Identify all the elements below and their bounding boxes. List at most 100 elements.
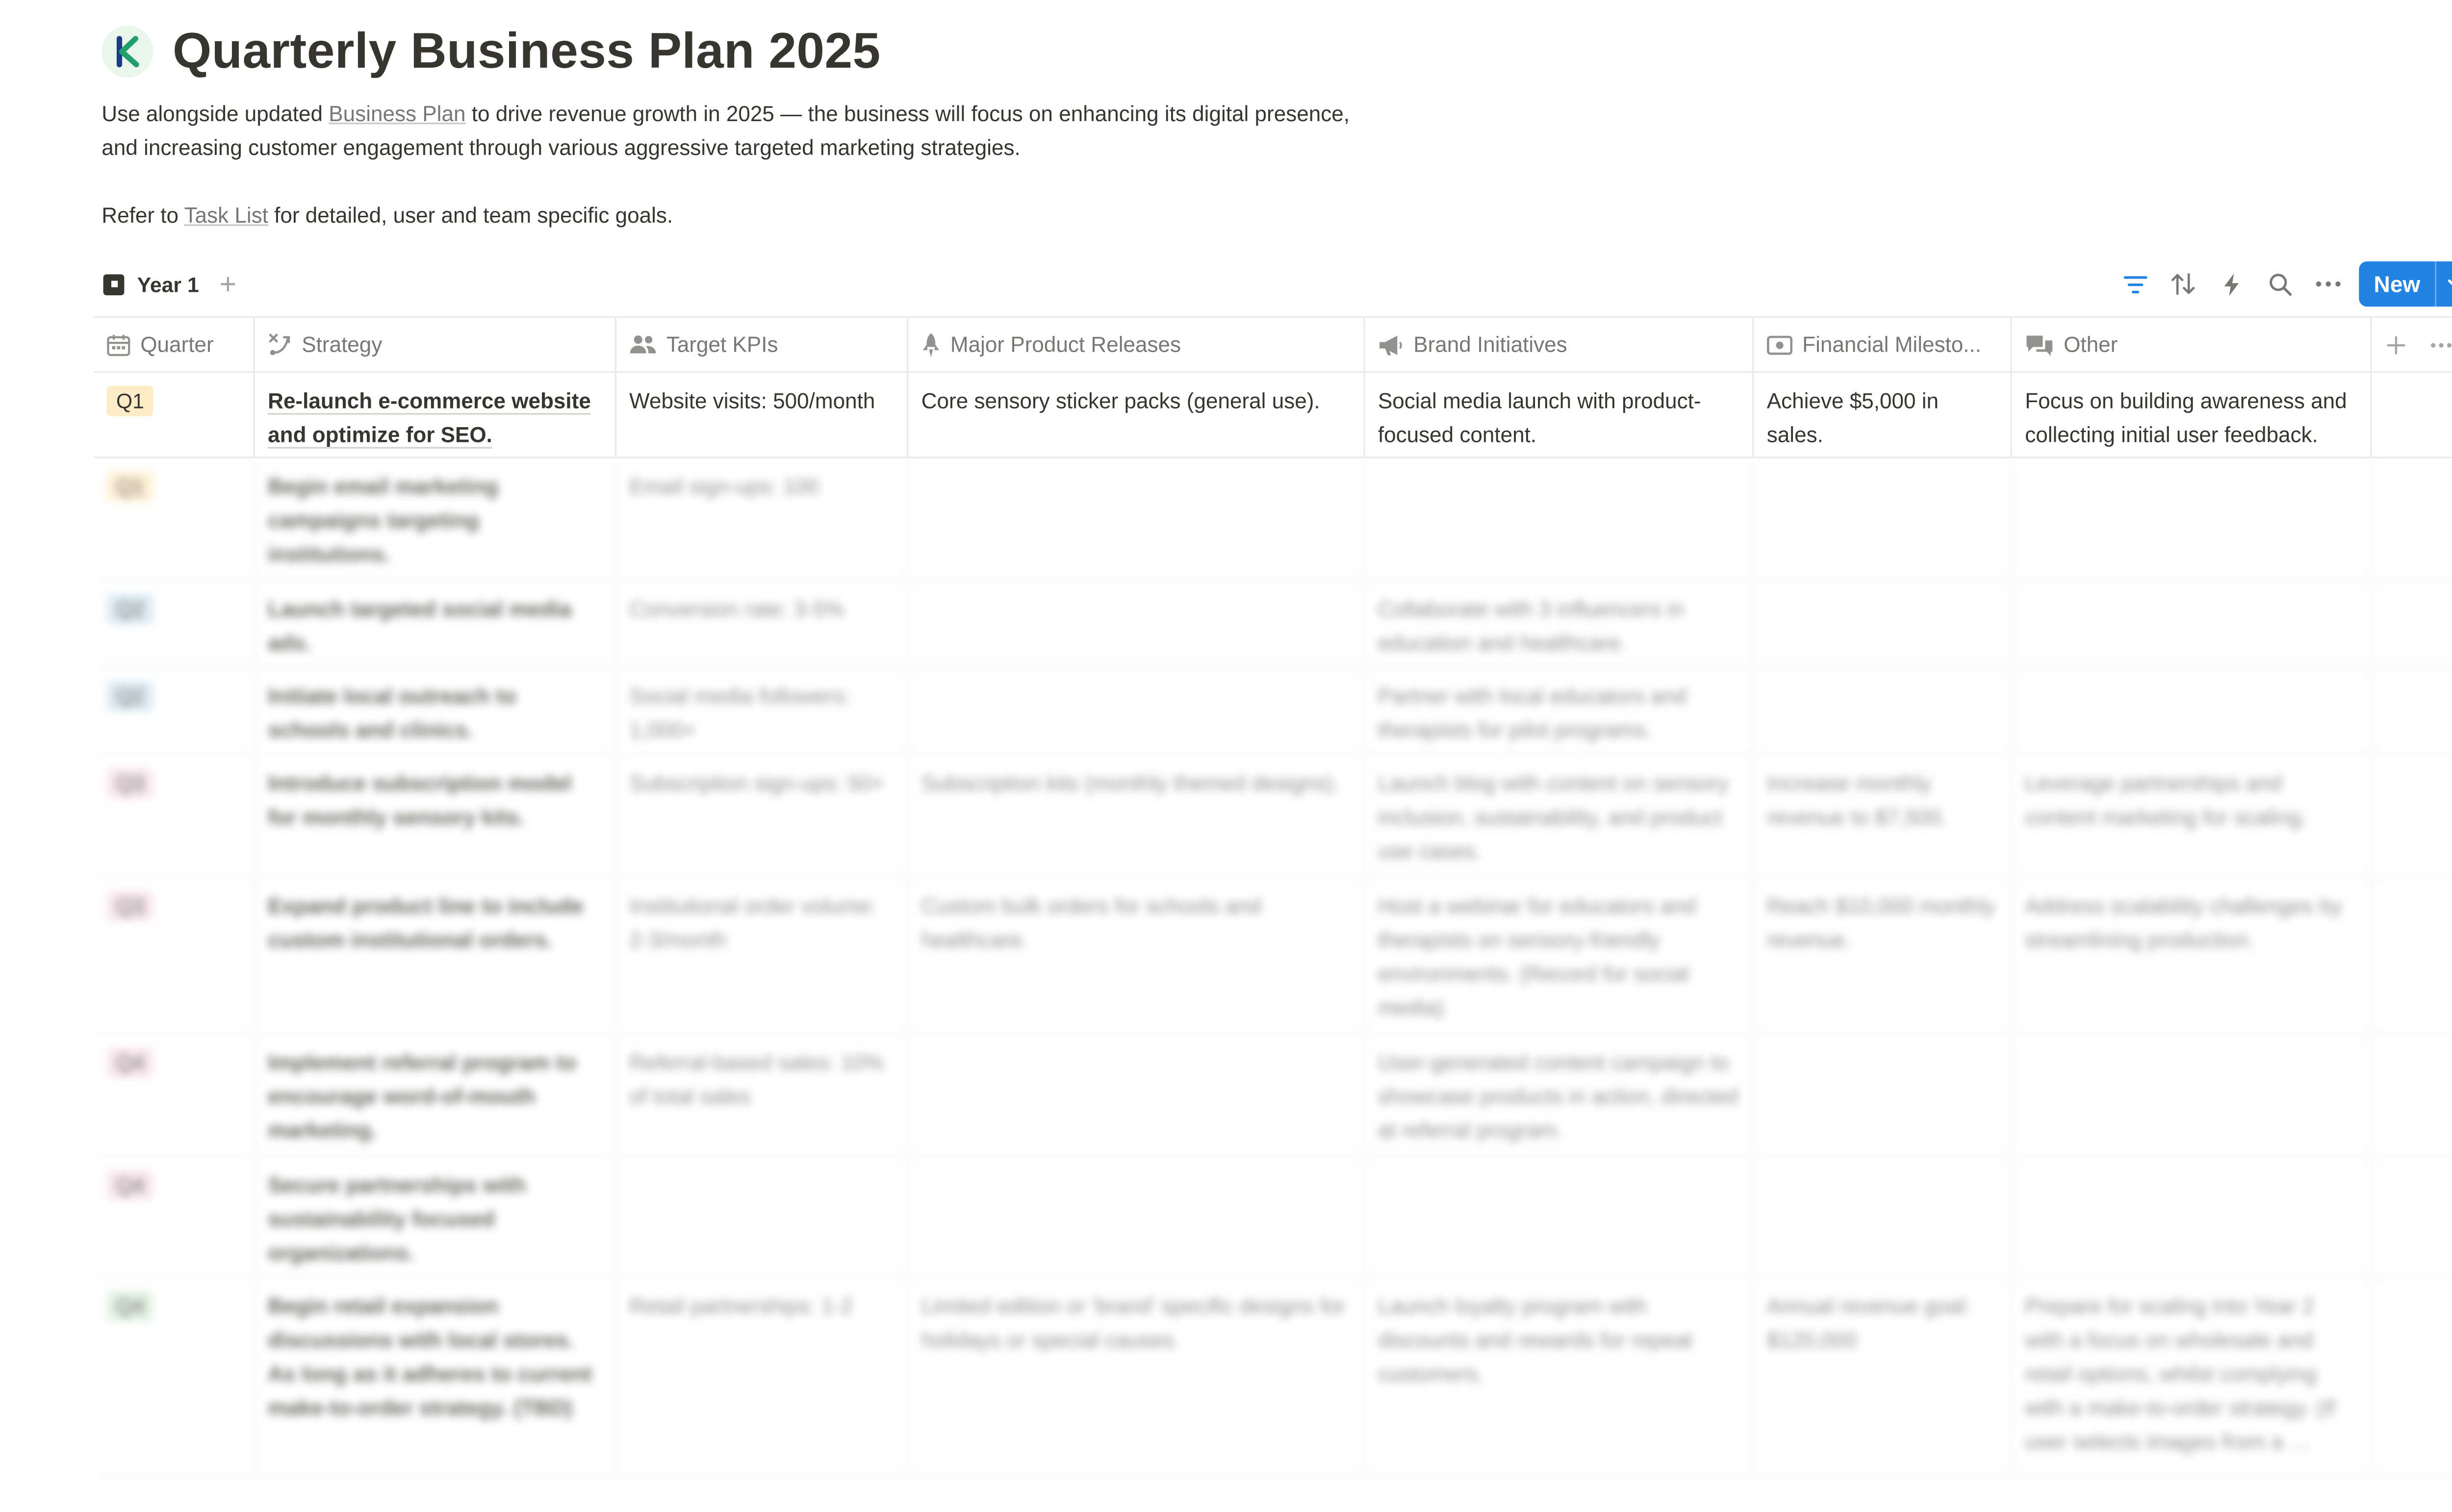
task-list-link[interactable]: Task List: [184, 204, 268, 228]
cell-target-kpis[interactable]: Institutional order volume: 2-3/month: [616, 877, 909, 1033]
column-header-major-product-releases[interactable]: Major Product Releases: [908, 318, 1365, 371]
cell-target-kpis[interactable]: [616, 1157, 909, 1277]
letter-k-logo[interactable]: [102, 26, 153, 77]
table-row[interactable]: Q1 Begin email marketing campaigns target…: [93, 458, 2452, 581]
cell-financial-milestone[interactable]: [1754, 1157, 2012, 1277]
cell-quarter[interactable]: Q4: [94, 1157, 255, 1277]
cell-target-kpis[interactable]: Social media followers: 1,000+: [616, 668, 909, 754]
cell-major-product-releases[interactable]: [908, 668, 1365, 754]
title-row: Quarterly Business Plan 2025: [102, 23, 1360, 80]
cell-financial-milestone[interactable]: Increase monthly revenue to $7,500.: [1754, 755, 2012, 876]
cell-target-kpis[interactable]: Retail partnerships: 1-2: [616, 1278, 909, 1475]
cell-financial-milestone[interactable]: [1754, 668, 2012, 754]
table-row[interactable]: Q3 Introduce subscription model for month…: [93, 755, 2452, 878]
cell-strategy[interactable]: Initiate local outreach to schools and c…: [255, 668, 616, 754]
cell-target-kpis[interactable]: Referral-based sales: 10% of total sales: [616, 1034, 909, 1155]
table-row[interactable]: Q4 Begin retail expansion discussions wit…: [93, 1278, 2452, 1477]
view-tab-year-1[interactable]: Year 1: [103, 266, 199, 302]
chevron-down-icon[interactable]: [2434, 261, 2452, 307]
table-row[interactable]: Q2 Launch targeted social media ads. Conve…: [93, 581, 2452, 668]
filter-icon[interactable]: [2111, 261, 2159, 307]
business-plan-link[interactable]: Business Plan: [329, 102, 465, 126]
cell-financial-milestone[interactable]: Reach $10,000 monthly revenue.: [1754, 877, 2012, 1033]
cell-brand-initiatives-text: Launch loyalty program with discounts an…: [1378, 1294, 1693, 1386]
cell-target-kpis[interactable]: Email sign-ups: 100: [616, 458, 909, 580]
cell-major-product-releases[interactable]: Limited edition or 'brand' specific desi…: [908, 1278, 1365, 1475]
cell-financial-milestone[interactable]: Annual revenue goal: $120,000: [1754, 1278, 2012, 1475]
cell-quarter[interactable]: Q3: [94, 877, 255, 1033]
cell-other[interactable]: [2012, 668, 2372, 754]
cell-brand-initiatives[interactable]: [1365, 458, 1754, 580]
cell-other[interactable]: [2012, 458, 2372, 580]
cell-financial-milestone[interactable]: [1754, 581, 2012, 666]
more-icon[interactable]: [2429, 341, 2452, 348]
cell-strategy[interactable]: Begin retail expansion discussions with …: [255, 1278, 616, 1475]
cell-quarter[interactable]: Q4: [94, 1034, 255, 1155]
toolbar-actions: New: [2111, 261, 2452, 307]
cell-major-product-releases[interactable]: Core sensory sticker packs (general use)…: [908, 373, 1365, 457]
cell-quarter[interactable]: Q3: [94, 755, 255, 876]
table-row[interactable]: Q1 Re-launch e-commerce website and optim…: [93, 373, 2452, 459]
cell-brand-initiatives[interactable]: User-generated content campaign to showc…: [1365, 1034, 1754, 1155]
cell-target-kpis[interactable]: Subscription sign-ups: 50+: [616, 755, 909, 876]
cell-strategy[interactable]: Launch targeted social media ads.: [255, 581, 616, 666]
cell-other[interactable]: Prepare for scaling into Year 2 with a f…: [2012, 1278, 2372, 1475]
cell-major-product-releases[interactable]: [908, 1034, 1365, 1155]
cell-empty: [2372, 1278, 2452, 1475]
column-header-target-kpis[interactable]: Target KPIs: [616, 318, 909, 371]
cell-brand-initiatives[interactable]: Launch blog with content on sensory incl…: [1365, 755, 1754, 876]
cell-brand-initiatives[interactable]: Host a webinar for educators and therapi…: [1365, 877, 1754, 1033]
cell-target-kpis[interactable]: Website visits: 500/month: [616, 373, 909, 457]
table-row[interactable]: Q4 Secure partnerships with sustainabilit…: [93, 1157, 2452, 1278]
cell-quarter[interactable]: Q1: [94, 373, 255, 457]
table-row[interactable]: Q3 Expand product line to include custom …: [93, 877, 2452, 1035]
column-header-strategy[interactable]: Strategy: [255, 318, 616, 371]
add-view-button[interactable]: +: [219, 266, 236, 302]
cell-strategy[interactable]: Implement referral program to encourage …: [255, 1034, 616, 1155]
cell-major-product-releases[interactable]: [908, 458, 1365, 580]
automation-icon[interactable]: [2208, 261, 2256, 307]
cell-strategy[interactable]: Secure partnerships with sustainability …: [255, 1157, 616, 1277]
sort-icon[interactable]: [2159, 261, 2208, 307]
cell-quarter[interactable]: Q2: [94, 668, 255, 754]
column-header-quarter[interactable]: Quarter: [94, 318, 255, 371]
cell-brand-initiatives[interactable]: Social media launch with product-focused…: [1365, 373, 1754, 457]
cell-target-kpis[interactable]: Conversion rate: 3-5%: [616, 581, 909, 666]
cell-strategy[interactable]: Expand product line to include custom in…: [255, 877, 616, 1033]
cell-brand-initiatives[interactable]: [1365, 1157, 1754, 1277]
cell-target-kpis-text: Subscription sign-ups: 50+: [629, 771, 885, 796]
cell-major-product-releases[interactable]: [908, 581, 1365, 666]
add-property-icon[interactable]: [2386, 335, 2405, 354]
cell-other[interactable]: Focus on building awareness and collecti…: [2012, 373, 2372, 457]
cell-other[interactable]: [2012, 1157, 2372, 1277]
cell-quarter[interactable]: Q1: [94, 458, 255, 580]
table-row[interactable]: Q4 Implement referral program to encourag…: [93, 1034, 2452, 1157]
cell-brand-initiatives[interactable]: Collaborate with 3 influencers in educat…: [1365, 581, 1754, 666]
new-button-label: New: [2374, 271, 2421, 297]
table-row[interactable]: Q2 Initiate local outreach to schools and…: [93, 668, 2452, 755]
cell-financial-milestone[interactable]: [1754, 458, 2012, 580]
cell-major-product-releases[interactable]: [908, 1157, 1365, 1277]
cell-strategy[interactable]: Begin email marketing campaigns targetin…: [255, 458, 616, 580]
cell-major-product-releases[interactable]: Subscription kits (monthly themed design…: [908, 755, 1365, 876]
cell-other[interactable]: Leverage partnerships and content market…: [2012, 755, 2372, 876]
column-header-brand-initiatives[interactable]: Brand Initiatives: [1365, 318, 1754, 371]
cell-quarter[interactable]: Q2: [94, 581, 255, 666]
cell-other[interactable]: [2012, 581, 2372, 666]
cell-quarter[interactable]: Q4: [94, 1278, 255, 1475]
new-button[interactable]: New: [2359, 261, 2452, 307]
column-header-other[interactable]: Other: [2012, 318, 2372, 371]
cell-other[interactable]: [2012, 1034, 2372, 1155]
search-icon[interactable]: [2256, 261, 2304, 307]
cell-brand-initiatives[interactable]: Launch loyalty program with discounts an…: [1365, 1278, 1754, 1475]
cell-financial-milestone[interactable]: Achieve $5,000 in sales.: [1754, 373, 2012, 457]
more-icon[interactable]: [2304, 261, 2353, 307]
cell-empty: [2372, 458, 2452, 579]
column-header-financial-milestones[interactable]: Financial Milesto...: [1754, 318, 2012, 371]
cell-strategy[interactable]: Introduce subscription model for monthly…: [255, 755, 616, 876]
cell-brand-initiatives[interactable]: Partner with local educators and therapi…: [1365, 668, 1754, 754]
cell-strategy[interactable]: Re-launch e-commerce website and optimiz…: [255, 373, 616, 457]
cell-financial-milestone[interactable]: [1754, 1034, 2012, 1155]
cell-other[interactable]: Address scalability challenges by stream…: [2012, 877, 2372, 1033]
cell-major-product-releases[interactable]: Custom bulk orders for schools and healt…: [908, 877, 1365, 1033]
